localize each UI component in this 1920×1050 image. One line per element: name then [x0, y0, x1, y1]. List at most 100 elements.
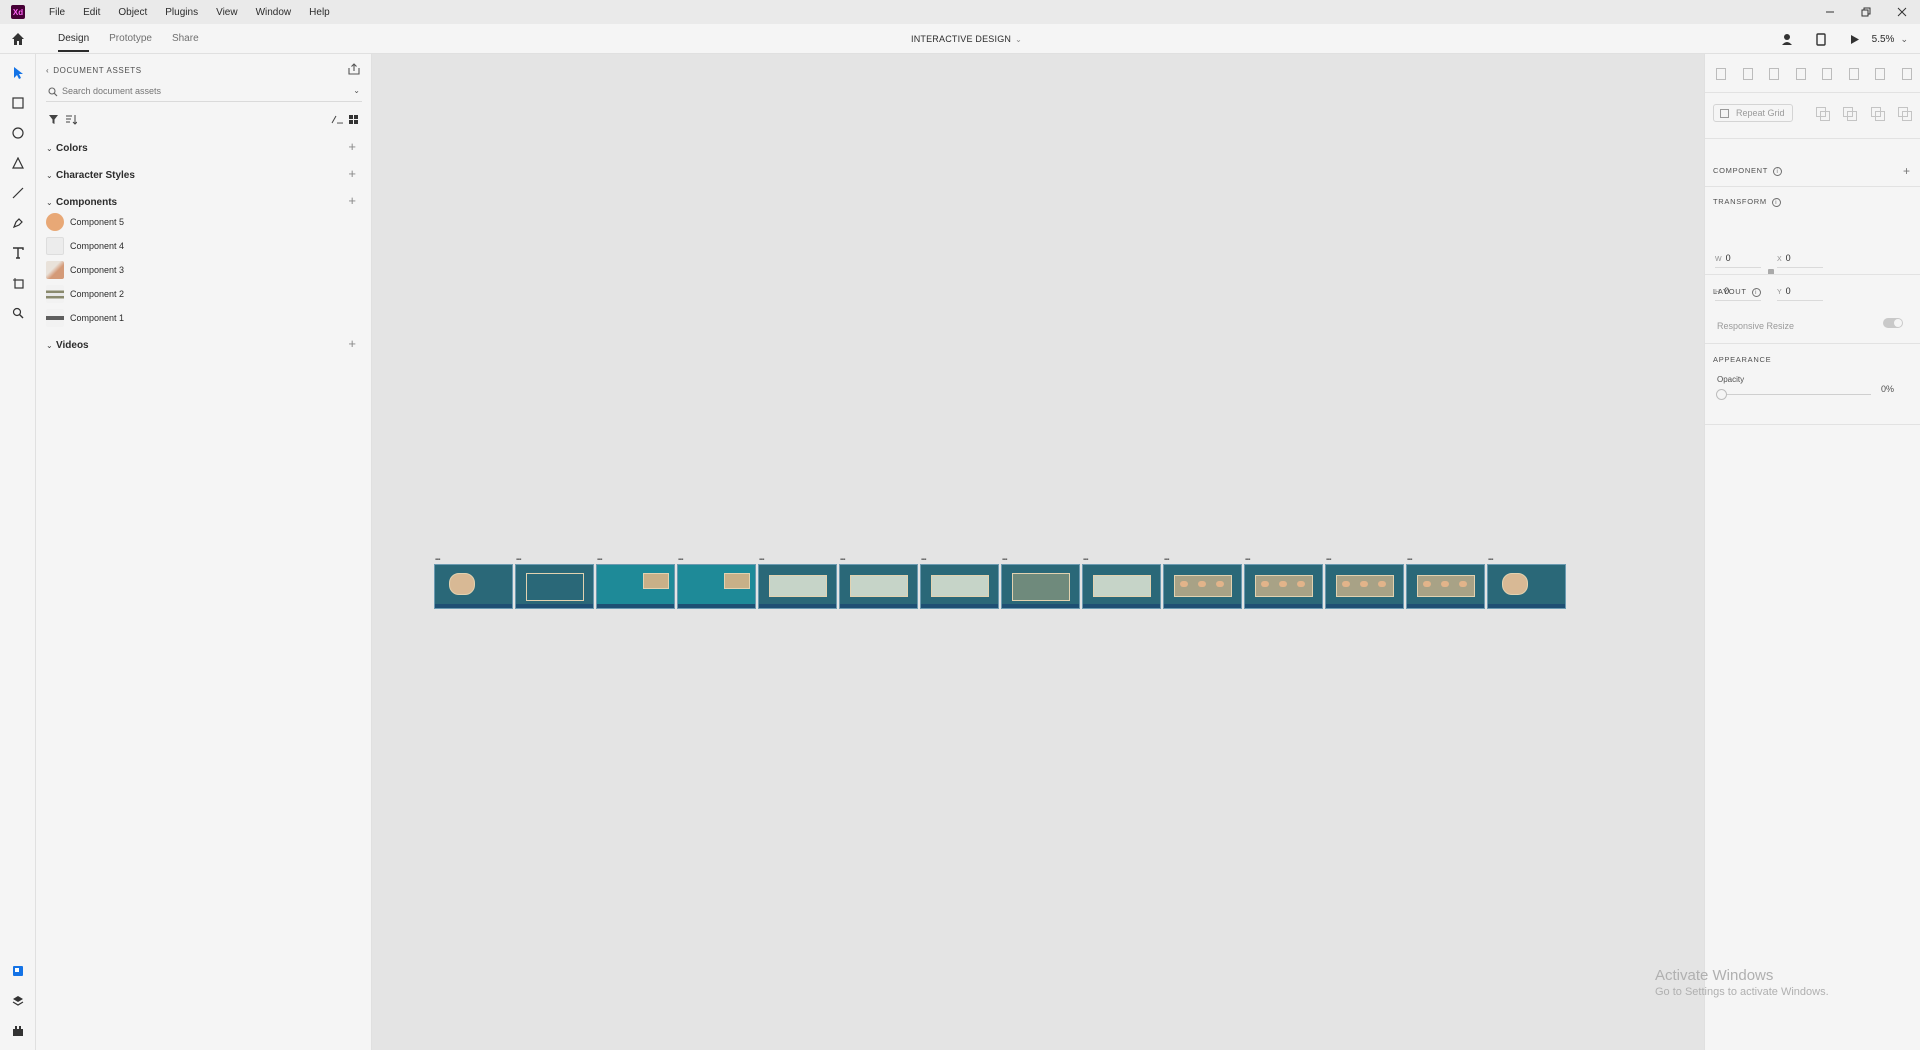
artboard-handle-icon[interactable]: ▪▪▪	[840, 557, 845, 563]
list-view-icon[interactable]	[331, 114, 343, 125]
search-input[interactable]	[62, 86, 332, 96]
align-top-icon[interactable]	[1713, 66, 1727, 80]
user-account-button[interactable]	[1770, 24, 1804, 54]
exclude-boolean-icon[interactable]	[1897, 106, 1912, 121]
artboard-handle-icon[interactable]: ▪▪▪	[1245, 557, 1250, 563]
menu-help[interactable]: Help	[300, 7, 339, 18]
width-field[interactable]: W0	[1715, 253, 1731, 263]
menu-file[interactable]: File	[40, 7, 74, 18]
document-title[interactable]: INTERACTIVE DESIGN ⌄	[911, 24, 1022, 55]
sort-icon[interactable]	[65, 114, 77, 125]
info-icon[interactable]: i	[1771, 197, 1781, 207]
subtract-boolean-icon[interactable]	[1842, 106, 1858, 121]
align-right-icon[interactable]	[1872, 66, 1886, 80]
menu-window[interactable]: Window	[247, 7, 301, 18]
tab-design[interactable]: Design	[48, 24, 99, 54]
responsive-resize-toggle[interactable]	[1883, 318, 1903, 328]
chevron-left-icon[interactable]: ‹	[46, 66, 49, 75]
mobile-preview-button[interactable]	[1804, 24, 1838, 54]
home-button[interactable]	[10, 31, 26, 47]
artboard-handle-icon[interactable]: ▪▪▪	[435, 557, 440, 563]
polygon-tool[interactable]	[9, 154, 27, 172]
artboard-handle-icon[interactable]: ▪▪▪	[1164, 557, 1169, 563]
intersect-boolean-icon[interactable]	[1870, 106, 1885, 121]
add-video-button[interactable]: +	[348, 337, 356, 351]
filter-icon[interactable]	[48, 114, 59, 125]
list-item[interactable]: Component 3	[46, 260, 362, 280]
distribute-vertical-icon[interactable]	[1793, 66, 1807, 80]
align-center-icon[interactable]	[1846, 66, 1860, 80]
artboard-thumbnail[interactable]: ▪▪▪	[434, 557, 513, 609]
chevron-down-icon[interactable]: ⌄	[353, 86, 360, 95]
list-item[interactable]: Component 2	[46, 284, 362, 304]
menu-object[interactable]: Object	[109, 7, 156, 18]
artboard-handle-icon[interactable]: ▪▪▪	[1326, 557, 1331, 563]
distribute-horizontal-icon[interactable]	[1899, 66, 1913, 80]
ellipse-tool[interactable]	[9, 124, 27, 142]
design-canvas[interactable]: ▪▪▪ ▪▪▪ ▪▪▪ ▪▪▪ ▪▪▪ ▪▪▪ ▪▪▪ ▪▪▪ ▪▪▪ ▪▪▪ ▪▪▪ ▪▪▪ ▪▪▪ ▪…	[372, 54, 1704, 1050]
artboard-thumbnail[interactable]: ▪▪▪	[758, 557, 837, 609]
artboard-thumbnail[interactable]: ▪▪▪	[1001, 557, 1080, 609]
info-icon[interactable]: i	[1751, 287, 1761, 297]
artboard-handle-icon[interactable]: ▪▪▪	[759, 557, 764, 563]
artboard-handle-icon[interactable]: ▪▪▪	[678, 557, 683, 563]
section-videos[interactable]: ⌄ Videos +	[46, 337, 362, 353]
align-middle-icon[interactable]	[1740, 66, 1754, 80]
chevron-down-icon[interactable]: ⌄	[1900, 34, 1908, 45]
add-component-state-button[interactable]: +	[1903, 164, 1910, 178]
assets-panel-toggle[interactable]	[9, 962, 27, 980]
add-component-button[interactable]: +	[348, 194, 356, 208]
align-left-icon[interactable]	[1819, 66, 1833, 80]
artboard-thumbnail[interactable]: ▪▪▪	[677, 557, 756, 609]
add-character-style-button[interactable]: +	[348, 167, 356, 181]
play-preview-button[interactable]	[1838, 24, 1872, 54]
info-icon[interactable]: i	[1773, 166, 1783, 176]
artboard-thumbnail[interactable]: ▪▪▪	[839, 557, 918, 609]
close-button[interactable]	[1884, 0, 1920, 24]
add-color-button[interactable]: +	[348, 140, 356, 154]
list-item[interactable]: Component 1	[46, 308, 362, 328]
export-assets-button[interactable]	[347, 62, 361, 76]
artboard-tool[interactable]	[9, 274, 27, 292]
list-item[interactable]: Component 5	[46, 212, 362, 232]
add-boolean-icon[interactable]	[1815, 106, 1830, 121]
tab-share[interactable]: Share	[162, 24, 209, 54]
section-colors[interactable]: ⌄ Colors +	[46, 140, 362, 156]
x-field[interactable]: X0	[1777, 253, 1791, 263]
artboard-handle-icon[interactable]: ▪▪▪	[1083, 557, 1088, 563]
y-field[interactable]: Y0	[1777, 286, 1791, 296]
opacity-value[interactable]: 0%	[1881, 384, 1894, 394]
artboard-handle-icon[interactable]: ▪▪▪	[1488, 557, 1493, 563]
line-tool[interactable]	[9, 184, 27, 202]
restore-button[interactable]	[1848, 0, 1884, 24]
artboard-thumbnail[interactable]: ▪▪▪	[1406, 557, 1485, 609]
layers-panel-toggle[interactable]	[9, 992, 27, 1010]
artboard-handle-icon[interactable]: ▪▪▪	[597, 557, 602, 563]
artboard-thumbnail[interactable]: ▪▪▪	[1487, 557, 1566, 609]
menu-edit[interactable]: Edit	[74, 7, 109, 18]
section-components[interactable]: ⌄ Components +	[46, 194, 362, 210]
artboard-thumbnail[interactable]: ▪▪▪	[1244, 557, 1323, 609]
artboard-handle-icon[interactable]: ▪▪▪	[1407, 557, 1412, 563]
artboard-handle-icon[interactable]: ▪▪▪	[921, 557, 926, 563]
opacity-slider-track[interactable]	[1719, 394, 1871, 395]
artboard-thumbnail[interactable]: ▪▪▪	[596, 557, 675, 609]
text-tool[interactable]	[9, 244, 27, 262]
section-character-styles[interactable]: ⌄ Character Styles +	[46, 167, 362, 183]
plugins-panel-toggle[interactable]	[9, 1022, 27, 1040]
artboard-thumbnail[interactable]: ▪▪▪	[920, 557, 999, 609]
opacity-slider-handle[interactable]	[1716, 389, 1727, 400]
zoom-tool[interactable]	[9, 304, 27, 322]
artboard-thumbnail[interactable]: ▪▪▪	[1325, 557, 1404, 609]
menu-plugins[interactable]: Plugins	[156, 7, 207, 18]
align-bottom-icon[interactable]	[1766, 66, 1780, 80]
zoom-level[interactable]: 5.5%	[1872, 34, 1895, 45]
list-item[interactable]: Component 4	[46, 236, 362, 256]
artboard-handle-icon[interactable]: ▪▪▪	[516, 557, 521, 563]
repeat-grid-button[interactable]: Repeat Grid	[1713, 104, 1793, 122]
rectangle-tool[interactable]	[9, 94, 27, 112]
menu-view[interactable]: View	[207, 7, 247, 18]
artboard-thumbnail[interactable]: ▪▪▪	[1082, 557, 1161, 609]
artboard-thumbnail[interactable]: ▪▪▪	[1163, 557, 1242, 609]
assets-header[interactable]: ‹ DOCUMENT ASSETS	[46, 66, 142, 75]
